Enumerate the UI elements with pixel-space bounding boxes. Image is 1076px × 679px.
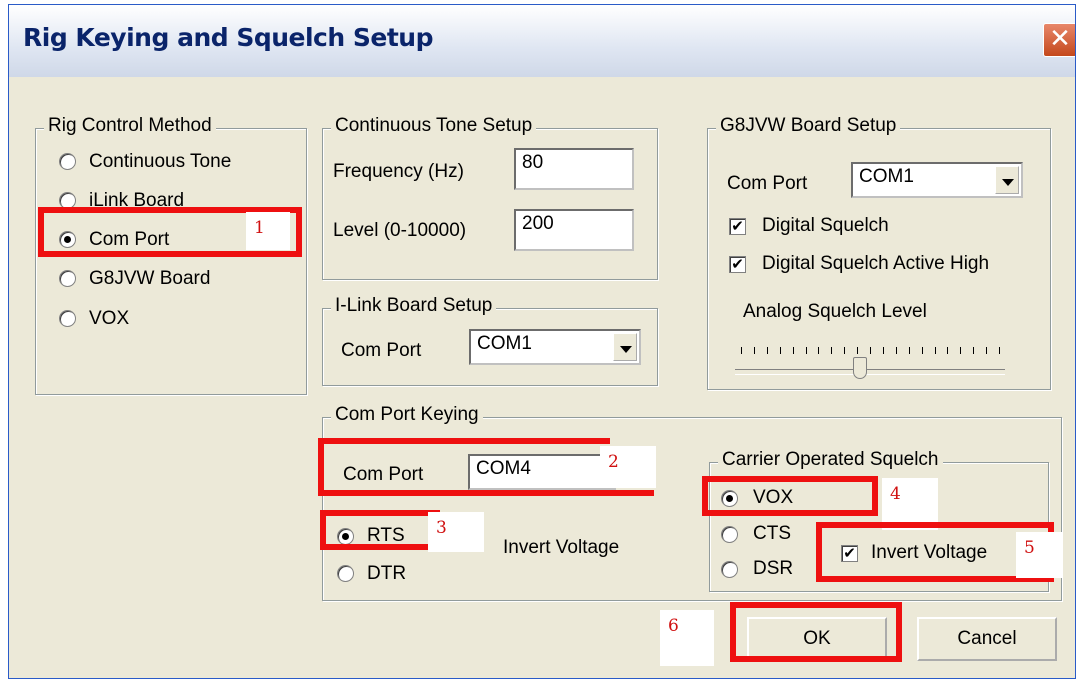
g8jvw-com-port-label: Com Port <box>727 173 808 194</box>
radio-dsr[interactable] <box>721 561 738 578</box>
annotation-number-3: 3 <box>428 512 484 552</box>
g8jvw-com-port-select[interactable]: COM1 <box>851 162 1023 198</box>
window-title: Rig Keying and Squelch Setup <box>23 23 434 52</box>
com-port-keying-legend: Com Port Keying <box>331 404 483 426</box>
slider-tick <box>986 347 988 354</box>
slider-tick <box>947 347 949 354</box>
slider-tick <box>753 347 755 354</box>
g8jvw-legend: G8JVW Board Setup <box>716 115 901 137</box>
slider-tick <box>792 347 794 354</box>
chevron-down-icon[interactable] <box>995 166 1019 194</box>
radio-vox[interactable] <box>59 310 76 327</box>
keying-com-port-value: COM4 <box>476 458 531 479</box>
annotation-number-6: 6 <box>660 610 714 666</box>
cts-label: CTS <box>753 523 791 544</box>
annotation-box-2-left <box>318 438 324 496</box>
ilink-com-port-select[interactable]: COM1 <box>469 329 641 365</box>
digital-active-high-checkbox[interactable]: ✔ <box>729 256 746 273</box>
ilink-com-port-label: Com Port <box>341 340 422 361</box>
annotation-box-6 <box>730 602 902 662</box>
slider-tick <box>973 347 975 354</box>
slider-tick <box>857 347 859 354</box>
slider-tick <box>921 347 923 354</box>
label-continuous-tone: Continuous Tone <box>89 151 232 172</box>
slider-tick <box>818 347 820 354</box>
slider-tick <box>999 347 1000 354</box>
slider-thumb[interactable] <box>852 357 867 379</box>
keying-com-port-select[interactable]: COM4 <box>468 454 616 490</box>
analog-squelch-label: Analog Squelch Level <box>743 301 927 322</box>
carrier-squelch-legend: Carrier Operated Squelch <box>718 449 943 471</box>
slider-tick <box>805 347 807 354</box>
slider-track <box>735 369 1005 375</box>
dtr-label: DTR <box>367 563 407 584</box>
slider-tick <box>895 347 897 354</box>
frequency-label: Frequency (Hz) <box>333 161 464 182</box>
rig-control-legend: Rig Control Method <box>44 115 216 137</box>
radio-continuous-tone[interactable] <box>59 153 76 170</box>
slider-tick <box>908 347 910 354</box>
digital-squelch-label: Digital Squelch <box>762 215 889 236</box>
continuous-tone-legend: Continuous Tone Setup <box>331 115 537 137</box>
slider-tick <box>844 347 846 354</box>
radio-g8jvw-board[interactable] <box>59 270 76 287</box>
keying-com-port-label: Com Port <box>343 464 424 485</box>
annotation-number-1: 1 <box>246 212 290 250</box>
radio-cts[interactable] <box>721 526 738 543</box>
cancel-button[interactable]: Cancel <box>917 617 1057 661</box>
frequency-input[interactable]: 80 <box>514 148 634 190</box>
slider-tick <box>741 347 742 354</box>
close-icon[interactable]: ✕ <box>1043 23 1075 57</box>
digital-active-high-label: Digital Squelch Active High <box>762 253 990 274</box>
annotation-box-2-top <box>318 438 610 444</box>
ilink-com-port-value: COM1 <box>477 333 532 354</box>
chevron-down-icon[interactable] <box>613 333 637 361</box>
slider-tick <box>934 347 936 354</box>
keying-invert-voltage-label: Invert Voltage <box>503 537 620 558</box>
slider-tick <box>766 347 768 354</box>
slider-tick <box>960 347 962 354</box>
slider-tick <box>870 347 871 354</box>
digital-squelch-checkbox[interactable]: ✔ <box>729 218 746 235</box>
level-label: Level (0-10000) <box>333 220 467 241</box>
title-bar[interactable]: Rig Keying and Squelch Setup ✕ <box>9 5 1075 77</box>
slider-tick <box>882 347 884 354</box>
slider-tick <box>831 347 833 354</box>
radio-dtr[interactable] <box>337 565 354 582</box>
annotation-number-2: 2 <box>600 446 656 488</box>
annotation-number-5: 5 <box>1016 532 1062 578</box>
label-vox: VOX <box>89 308 130 329</box>
annotation-box-3 <box>320 510 440 550</box>
cancel-button-label: Cancel <box>957 628 1017 649</box>
dsr-label: DSR <box>753 558 794 579</box>
ilink-legend: I-Link Board Setup <box>331 295 497 317</box>
analog-squelch-slider[interactable] <box>735 335 1005 381</box>
label-g8jvw-board: G8JVW Board <box>89 268 211 289</box>
slider-tick <box>779 347 781 354</box>
g8jvw-com-port-value: COM1 <box>859 166 914 187</box>
annotation-box-2-bottom <box>318 490 654 496</box>
level-input[interactable]: 200 <box>514 209 634 251</box>
annotation-box-4 <box>702 476 878 516</box>
